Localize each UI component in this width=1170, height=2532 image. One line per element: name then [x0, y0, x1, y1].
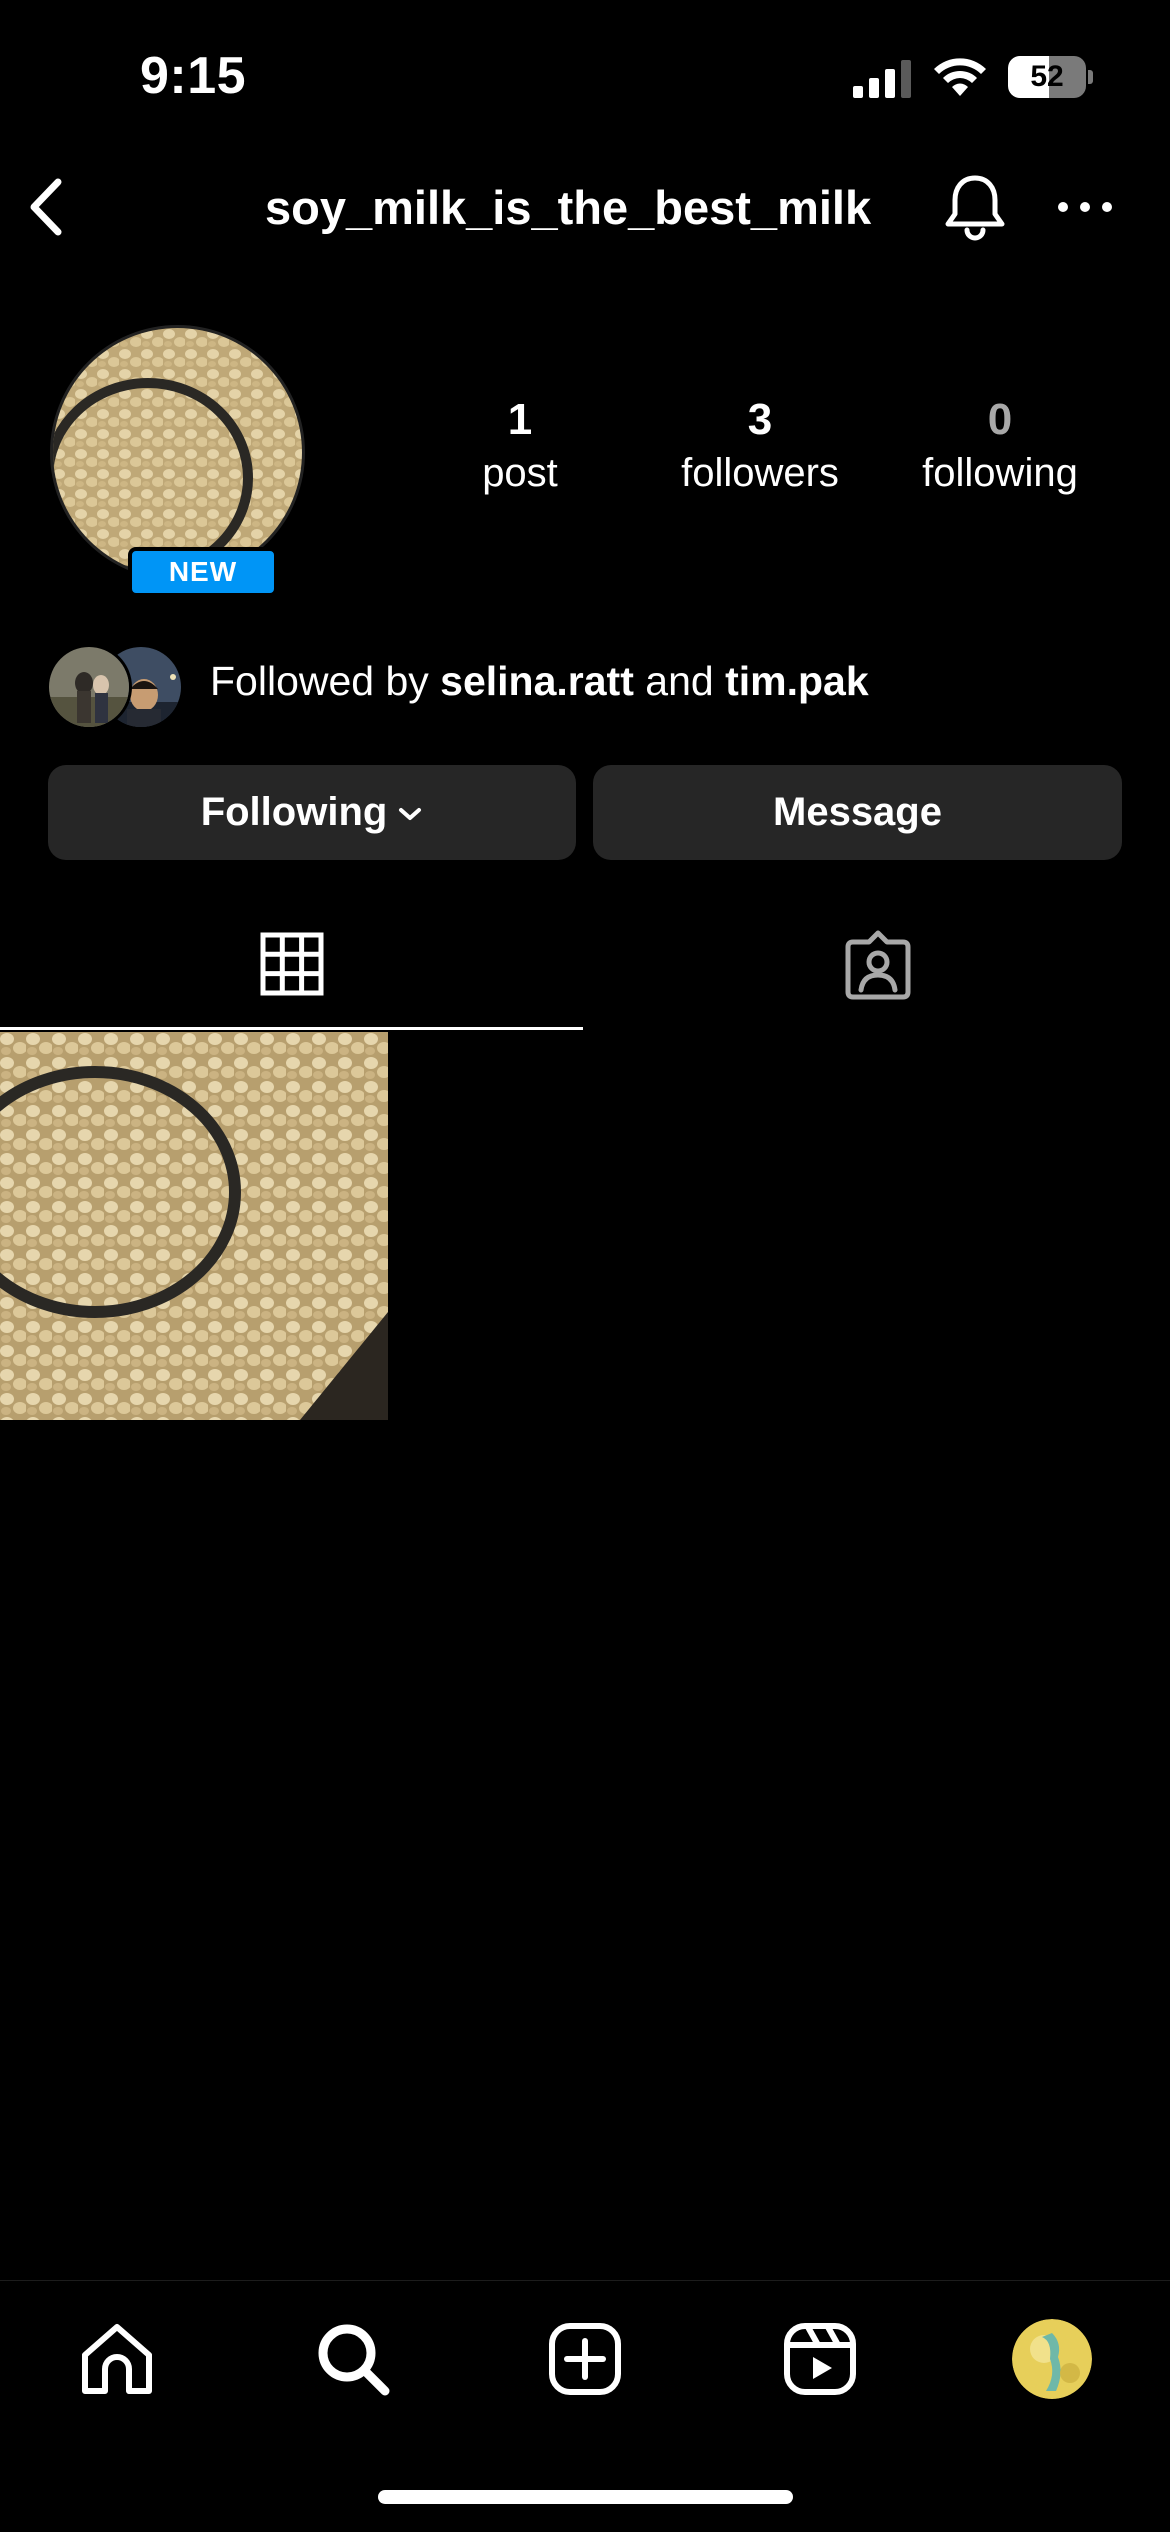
- profile-stats: 1 post 3 followers 0 following: [400, 395, 1120, 505]
- posts-label: post: [482, 451, 558, 495]
- following-label: following: [922, 451, 1078, 495]
- following-count: 0: [987, 395, 1013, 444]
- tab-posts-grid[interactable]: [0, 900, 585, 1030]
- profile-username: soy_milk_is_the_best_milk: [265, 181, 872, 234]
- followed-by-text: Followed by selina.ratt and tim.pak: [210, 658, 869, 705]
- wifi-icon: [934, 58, 986, 96]
- home-indicator: [378, 2490, 793, 2504]
- profile-avatar-block[interactable]: NEW: [50, 325, 305, 597]
- posts-stat[interactable]: 1 post: [400, 395, 640, 501]
- create-icon[interactable]: [545, 2319, 625, 2399]
- profile-tabs: [0, 900, 1170, 1030]
- profile-actions: Following Message: [48, 765, 1122, 860]
- more-icon[interactable]: [1055, 190, 1115, 224]
- chevron-down-icon: [399, 808, 422, 821]
- following-button[interactable]: Following: [48, 765, 576, 860]
- status-bar: 9:15 52: [0, 0, 1170, 150]
- followed-by-user[interactable]: selina.ratt: [440, 658, 634, 704]
- message-button-label: Message: [773, 790, 942, 834]
- profile-header: soy_milk_is_the_best_milk: [0, 150, 1170, 265]
- battery-level: 52: [1030, 60, 1064, 93]
- search-icon[interactable]: [313, 2319, 393, 2399]
- tab-tagged[interactable]: [585, 900, 1170, 1030]
- signal-icon: [853, 60, 911, 98]
- followed-by-prefix: Followed by: [210, 658, 441, 704]
- status-time: 9:15: [140, 47, 247, 105]
- followers-count: 3: [747, 395, 773, 444]
- followers-label: followers: [681, 451, 839, 495]
- message-button[interactable]: Message: [593, 765, 1122, 860]
- grid-icon: [260, 932, 324, 996]
- mutual-avatar: [46, 644, 132, 730]
- bell-icon[interactable]: [940, 172, 1010, 242]
- tagged-icon: [845, 930, 911, 1000]
- posts-count: 1: [507, 395, 533, 444]
- home-icon[interactable]: [77, 2319, 157, 2399]
- following-stat[interactable]: 0 following: [880, 395, 1120, 501]
- battery-icon: 52: [1008, 56, 1093, 98]
- followers-stat[interactable]: 3 followers: [640, 395, 880, 501]
- back-icon[interactable]: [22, 174, 72, 240]
- active-tab-indicator: [0, 1027, 583, 1030]
- followed-by-user[interactable]: tim.pak: [725, 658, 869, 704]
- post-thumbnail[interactable]: [0, 1032, 388, 1420]
- profile-avatar[interactable]: [50, 325, 305, 580]
- reels-icon[interactable]: [780, 2319, 860, 2399]
- profile-screen: 9:15 52 soy_milk_is_the_best_milk NEW 1 …: [0, 0, 1170, 2532]
- new-badge: NEW: [128, 547, 278, 597]
- following-button-label: Following: [200, 790, 388, 834]
- followed-by-joiner: and: [633, 658, 726, 704]
- profile-avatar[interactable]: [1012, 2319, 1092, 2399]
- followed-by[interactable]: Followed by selina.ratt and tim.pak: [46, 640, 1146, 732]
